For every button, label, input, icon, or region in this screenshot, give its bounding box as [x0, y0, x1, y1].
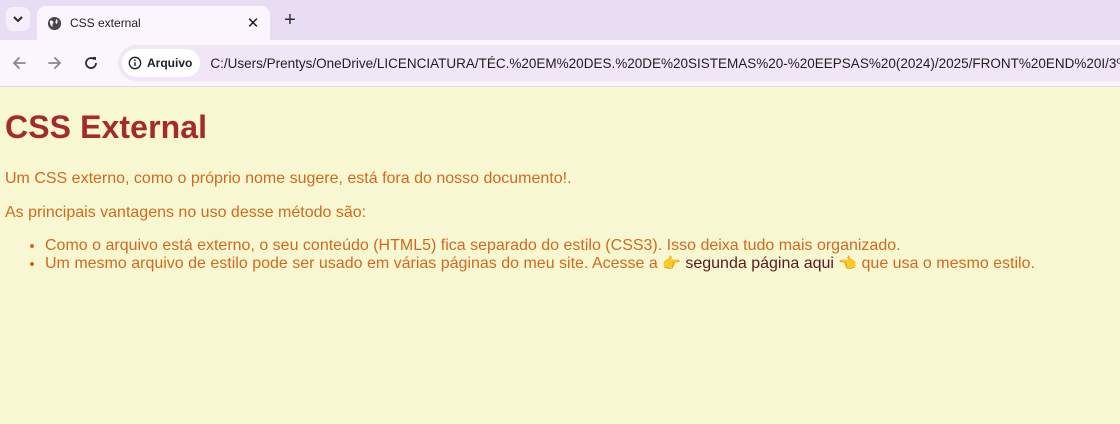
info-icon	[128, 56, 142, 70]
page-content: CSS External Um CSS externo, como o próp…	[0, 109, 1120, 273]
url-text[interactable]: C:/Users/Prentys/OneDrive/LICENCIATURA/T…	[210, 56, 1120, 71]
tab-search-button[interactable]	[6, 7, 30, 31]
list-item-text: Um mesmo arquivo de estilo pode ser usad…	[45, 255, 658, 272]
browser-toolbar: Arquivo C:/Users/Prentys/OneDrive/LICENC…	[0, 40, 1120, 87]
list-item: Como o arquivo está externo, o seu conte…	[45, 237, 1112, 255]
arrow-right-icon	[48, 57, 62, 69]
new-tab-button[interactable]: +	[280, 9, 300, 31]
close-icon[interactable]: ✕	[244, 14, 262, 32]
globe-icon	[46, 15, 62, 31]
reload-icon	[85, 57, 97, 69]
tab-strip: CSS external ✕ +	[0, 0, 1120, 40]
arrow-left-icon	[12, 57, 26, 69]
list-item-text: que usa o mesmo estilo.	[861, 255, 1035, 272]
intro-paragraph: Um CSS externo, como o próprio nome suge…	[5, 170, 572, 187]
back-button[interactable]	[8, 52, 30, 74]
advantages-list: Como o arquivo está externo, o seu conte…	[8, 237, 1112, 273]
address-bar[interactable]: Arquivo C:/Users/Prentys/OneDrive/LICENC…	[118, 45, 1120, 81]
site-info-chip[interactable]: Arquivo	[122, 49, 201, 77]
browser-tab[interactable]: CSS external ✕	[37, 6, 270, 40]
chevron-down-icon	[13, 15, 23, 22]
advantages-intro: As principais vantagens no uso desse mét…	[5, 204, 367, 221]
forward-button[interactable]	[44, 52, 66, 74]
reload-button[interactable]	[80, 52, 102, 74]
list-item: Um mesmo arquivo de estilo pode ser usad…	[45, 255, 1112, 273]
pointing-left-icon: 👈	[838, 255, 858, 272]
pointing-right-icon: 👉	[662, 255, 681, 272]
second-page-link[interactable]: segunda página aqui	[685, 255, 834, 272]
page-title: CSS External	[5, 109, 208, 145]
security-chip-label: Arquivo	[147, 56, 193, 70]
tab-title: CSS external	[70, 16, 141, 30]
